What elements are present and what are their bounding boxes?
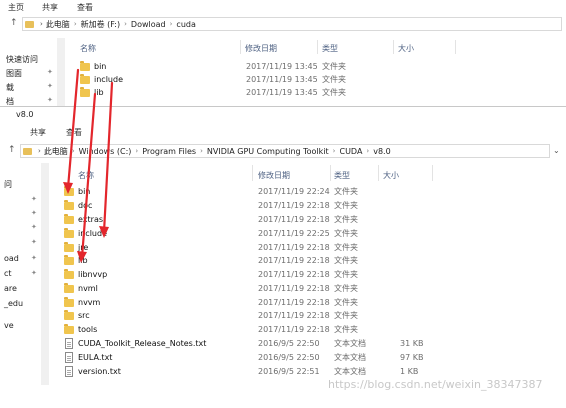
annotation-arrows <box>63 68 114 263</box>
arrowhead-icon <box>63 182 73 194</box>
arrowhead-icon <box>99 226 109 238</box>
arrow-lib <box>80 92 97 259</box>
arrowhead-icon <box>77 251 87 263</box>
arrow-include <box>102 81 114 234</box>
arrow-bin <box>66 68 80 190</box>
